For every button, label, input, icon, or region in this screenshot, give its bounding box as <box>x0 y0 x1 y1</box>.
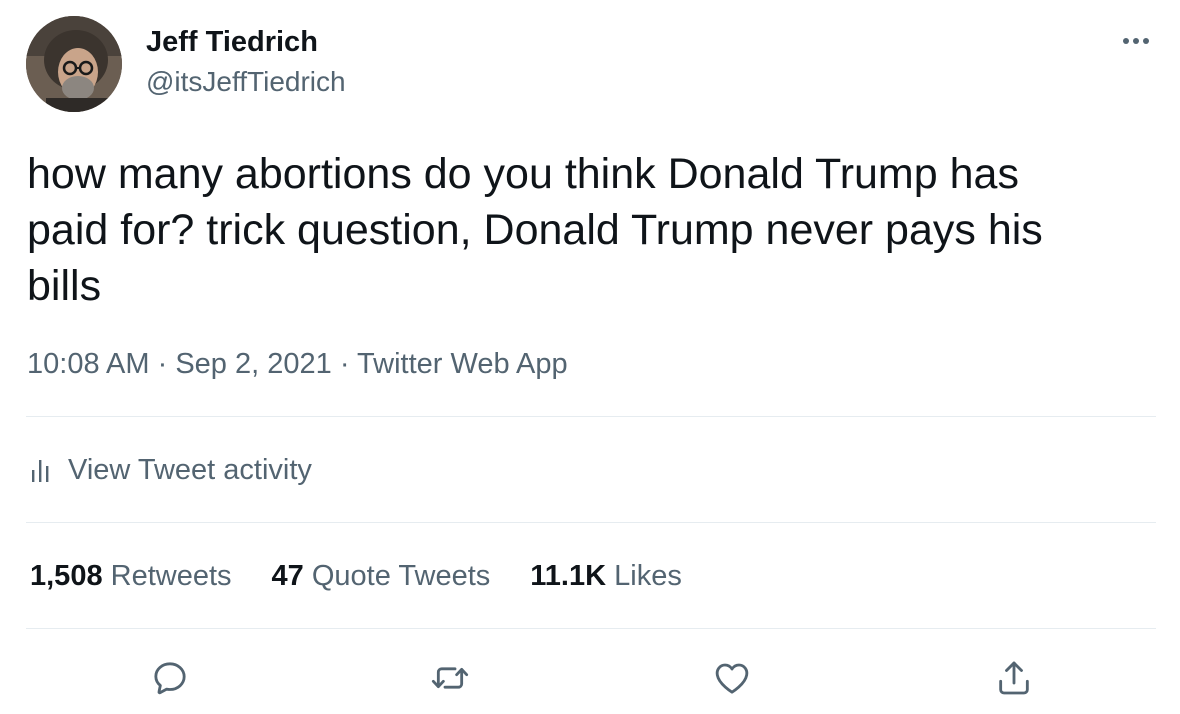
likes-count: 11.1K <box>530 560 607 592</box>
divider <box>26 522 1156 523</box>
bar-chart-icon <box>30 456 54 484</box>
reply-button[interactable] <box>148 656 192 700</box>
retweet-icon <box>431 667 469 689</box>
likes-stat[interactable]: 11.1K Likes <box>530 558 682 594</box>
meta-separator: · <box>157 348 168 380</box>
tweet-text: how many abortions do you think Donald T… <box>27 150 1043 310</box>
tweet-source[interactable]: Twitter Web App <box>357 348 568 380</box>
tweet-time[interactable]: 10:08 AM <box>27 348 150 380</box>
view-tweet-activity-link[interactable]: View Tweet activity <box>30 452 312 488</box>
divider <box>26 628 1156 629</box>
tweet-actions <box>0 656 1180 700</box>
speech-bubble-icon <box>154 662 186 695</box>
display-name[interactable]: Jeff Tiedrich <box>146 24 318 60</box>
retweets-stat[interactable]: 1,508 Retweets <box>30 558 232 594</box>
retweets-count: 1,508 <box>30 560 103 592</box>
more-horizontal-icon <box>1123 38 1149 44</box>
tweet-meta: 10:08 AM · Sep 2, 2021 · Twitter Web App <box>27 346 568 382</box>
view-tweet-activity-label: View Tweet activity <box>68 454 312 486</box>
avatar-image <box>26 16 122 112</box>
likes-label: Likes <box>614 560 682 592</box>
quote-tweets-count: 47 <box>271 560 304 592</box>
share-icon <box>999 661 1029 695</box>
share-button[interactable] <box>992 656 1036 700</box>
tweet-card: Jeff Tiedrich @itsJeffTiedrich how many … <box>0 0 1180 714</box>
tweet-stats: 1,508 Retweets 47 Quote Tweets 11.1K Lik… <box>30 558 722 594</box>
avatar[interactable] <box>26 16 122 112</box>
quote-tweets-label: Quote Tweets <box>311 560 491 592</box>
retweets-label: Retweets <box>110 560 232 592</box>
user-handle[interactable]: @itsJeffTiedrich <box>146 64 346 100</box>
retweet-button[interactable] <box>428 656 472 700</box>
like-button[interactable] <box>710 656 754 700</box>
meta-separator: · <box>339 348 350 380</box>
tweet-date[interactable]: Sep 2, 2021 <box>175 348 331 380</box>
more-options-button[interactable] <box>1116 26 1156 56</box>
heart-icon <box>715 663 749 694</box>
divider <box>26 416 1156 417</box>
quote-tweets-stat[interactable]: 47 Quote Tweets <box>272 558 491 594</box>
